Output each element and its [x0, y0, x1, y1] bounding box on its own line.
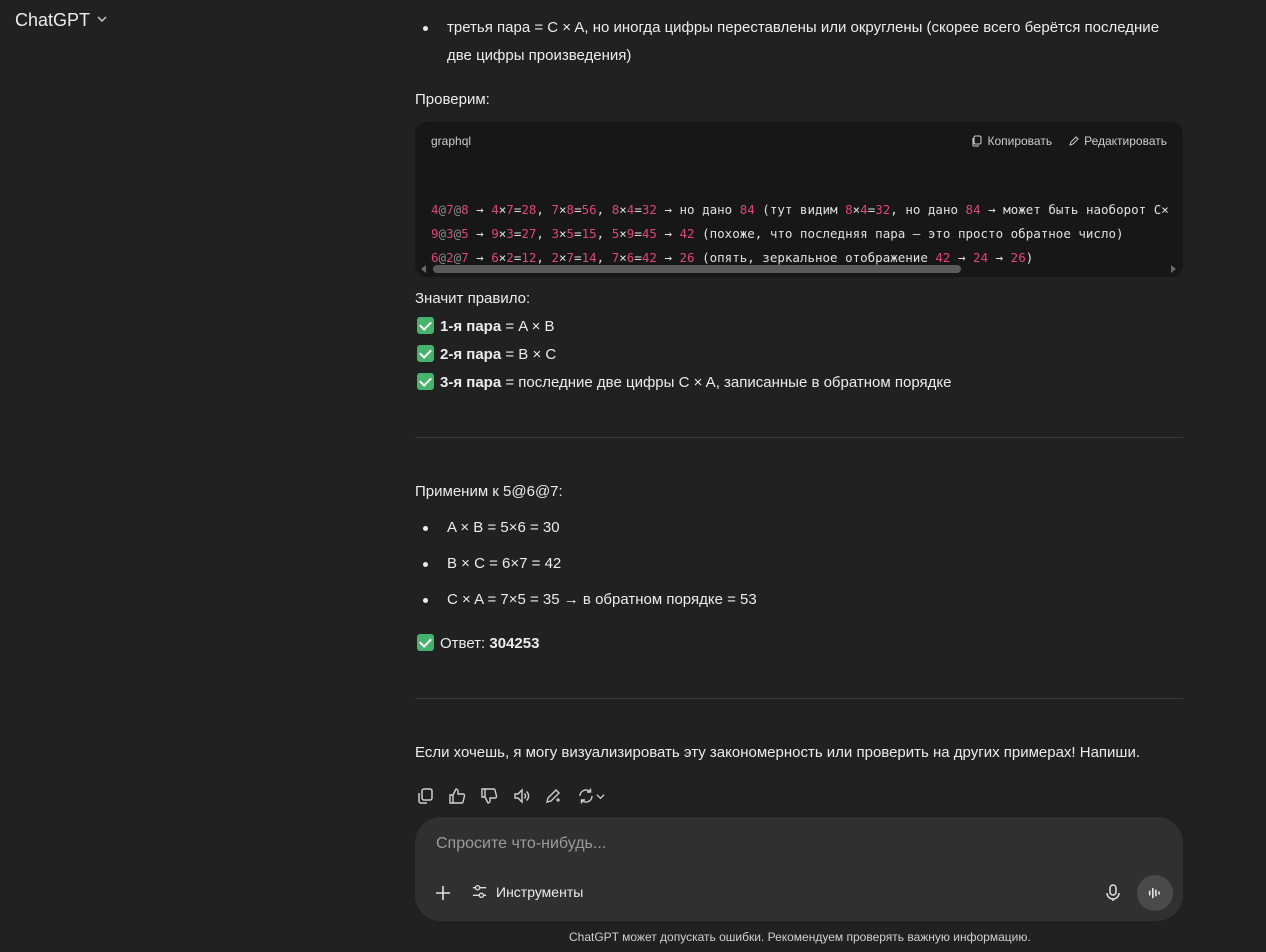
regenerate-button[interactable]: [575, 786, 607, 806]
code-block: graphql Копировать Редактировать 4@7@8 →…: [415, 122, 1183, 277]
chevron-down-icon: [96, 12, 108, 30]
tools-button[interactable]: Инструменты: [471, 883, 583, 900]
edit-code-button[interactable]: Редактировать: [1068, 127, 1167, 155]
apply-intro: Применим к 5@6@7:: [415, 483, 563, 500]
thumbs-down-icon: [481, 788, 498, 804]
divider: [415, 437, 1183, 438]
list-item: [415, 0, 1183, 6]
message-actions: [415, 786, 607, 806]
model-selector[interactable]: ChatGPT: [15, 10, 108, 31]
thumbs-up-icon: [449, 788, 466, 804]
list-item: третья пара = C × A, но иногда цифры пер…: [415, 14, 1183, 70]
pencil-icon: [1069, 136, 1079, 146]
prompt-input[interactable]: Спросите что-нибудь...: [436, 835, 606, 853]
list-item: B × C = 6×7 = 42: [415, 550, 1183, 578]
divider: [415, 698, 1183, 699]
rules-list: 1-я пара = A × B 2-я пара = B × C 3-я па…: [415, 313, 1183, 397]
check-mark-icon: [417, 317, 434, 334]
waveform-icon: [1148, 887, 1160, 899]
rule-item: 3-я пара = последние две цифры C × A, за…: [415, 369, 1183, 397]
thumbs-up-button[interactable]: [447, 786, 467, 806]
scrollbar-thumb[interactable]: [433, 265, 961, 273]
composer: Спросите что-нибудь... Инструменты: [415, 817, 1183, 921]
chevron-down-icon: [595, 793, 605, 799]
list-item: C × A = 7×5 = 35 → в обратном порядке = …: [415, 586, 1183, 614]
answer-value: 304253: [489, 635, 540, 652]
read-aloud-button[interactable]: [511, 786, 531, 806]
speaker-icon: [514, 788, 530, 804]
sliders-icon: [472, 884, 487, 899]
scroll-left-icon[interactable]: [421, 265, 426, 273]
answer-line: Ответ: 304253: [415, 630, 539, 658]
voice-mode-button[interactable]: [1137, 875, 1173, 911]
add-attachment-button[interactable]: [433, 883, 453, 903]
code-content: 4@7@8 → 4×7=28, 7×8=56, 8×4=32 → но дано…: [415, 160, 1183, 277]
code-language: graphql: [431, 134, 472, 148]
plus-icon: [436, 886, 450, 900]
bullet-list: [415, 0, 1183, 6]
closing-text: Если хочешь, я могу визуализировать эту …: [415, 744, 1141, 761]
check-mark-icon: [417, 345, 434, 362]
apply-list: A × B = 5×6 = 30 B × C = 6×7 = 42 C × A …: [415, 514, 1183, 614]
check-intro: Проверим:: [415, 91, 490, 108]
thumbs-down-button[interactable]: [479, 786, 499, 806]
code-line: 4@7@8 → 4×7=28, 7×8=56, 8×4=32 → но дано…: [431, 202, 1169, 217]
code-line: 9@3@5 → 9×3=27, 3×5=15, 5×9=45 → 42 (пох…: [431, 226, 1124, 241]
copy-icon: [972, 135, 982, 147]
copy-code-button[interactable]: Копировать: [971, 127, 1052, 155]
copy-message-button[interactable]: [415, 786, 435, 806]
copy-icon: [418, 788, 433, 804]
scroll-right-icon[interactable]: [1171, 265, 1176, 273]
list-item: A × B = 5×6 = 30: [415, 514, 1183, 542]
check-mark-icon: [417, 634, 434, 651]
rule-item: 1-я пара = A × B: [415, 313, 1183, 341]
microphone-icon: [1106, 884, 1120, 901]
magic-pencil-icon: [546, 789, 560, 803]
dictate-button[interactable]: [1103, 883, 1123, 903]
app-title: ChatGPT: [15, 10, 91, 30]
check-mark-icon: [417, 373, 434, 390]
rule-intro: Значит правило:: [415, 290, 531, 307]
edit-in-canvas-button[interactable]: [543, 786, 563, 806]
refresh-icon: [578, 788, 593, 804]
rule-item: 2-я пара = B × C: [415, 341, 1183, 369]
